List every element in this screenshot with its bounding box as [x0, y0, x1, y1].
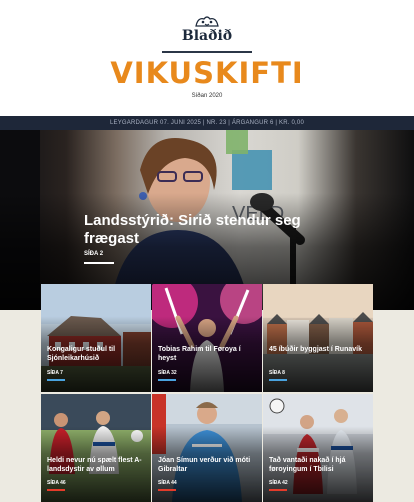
article-headline[interactable]: Tobias Rahim til Føroya í heyst [158, 345, 258, 363]
article-accent-line [158, 379, 176, 381]
logo-text: Blaðið [181, 28, 233, 44]
article-accent-line [158, 489, 176, 491]
issue-info-bar: LEYGARDAGUR 07. JUNI 2025 | NR. 23 | ÁRG… [0, 116, 414, 130]
article-page-label: SÍÐA 44 [158, 480, 177, 486]
hero-page-label: SÍÐA 2 [84, 251, 104, 257]
since-label: Síðan 2020 [191, 93, 223, 99]
article-accent-line [47, 489, 65, 491]
article-page-label: SÍÐA 7 [47, 370, 63, 376]
hero-article[interactable]: VELD Landsstýrið: Sirið stendur seg fræg… [0, 130, 414, 310]
article-card[interactable]: Jóan Símun verður við móti Gibraltar SÍÐ… [152, 394, 262, 502]
article-headline[interactable]: 45 íbúðir byggjast í Runavík [269, 345, 369, 354]
article-page-label: SÍÐA 46 [47, 480, 66, 486]
publisher-logo[interactable]: Blaðið [0, 14, 414, 48]
article-card[interactable]: Tað vantaði nakað í hjá føroyingum í Tbi… [263, 394, 373, 502]
article-headline[interactable]: Tað vantaði nakað í hjá føroyingum í Tbi… [269, 456, 369, 474]
article-accent-line [47, 379, 65, 381]
article-card[interactable]: Kongaligur stuðul til Sjónleikarhúsið SÍ… [41, 284, 151, 392]
article-headline[interactable]: Heldi nevur nú spælt flest A-landsdystir… [47, 456, 147, 474]
publication-title: VIKUSKIFTI [110, 56, 304, 90]
article-headline[interactable]: Jóan Símun verður við móti Gibraltar [158, 456, 258, 474]
article-card[interactable]: 45 íbúðir byggjast í Runavík SÍÐA 8 [263, 284, 373, 392]
masthead: Blaðið VIKUSKIFTI Síðan 2020 [0, 0, 414, 116]
article-card[interactable]: Tobias Rahim til Føroya í heyst SÍÐA 32 [152, 284, 262, 392]
article-accent-line [269, 489, 287, 491]
article-page-label: SÍÐA 32 [158, 370, 177, 376]
article-page-label: SÍÐA 8 [269, 370, 285, 376]
hero-headline[interactable]: Landsstýrið: Sirið stendur seg frægast [84, 212, 314, 248]
masthead-divider [162, 51, 252, 53]
logo-emblem-icon [195, 16, 219, 27]
article-card[interactable]: Heldi nevur nú spælt flest A-landsdystir… [41, 394, 151, 502]
article-accent-line [269, 379, 287, 381]
article-page-label: SÍÐA 42 [269, 480, 288, 486]
hero-accent-line [84, 262, 114, 264]
article-grid: Kongaligur stuðul til Sjónleikarhúsið SÍ… [41, 284, 373, 502]
article-headline[interactable]: Kongaligur stuðul til Sjónleikarhúsið [47, 345, 147, 363]
